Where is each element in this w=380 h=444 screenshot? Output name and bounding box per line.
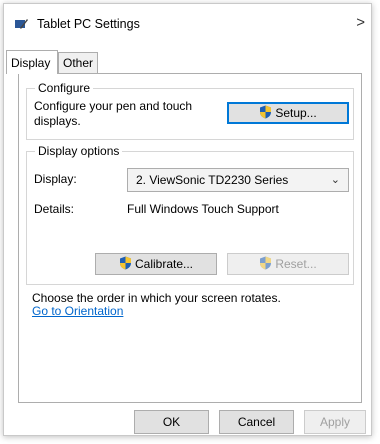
tab-other[interactable]: Other (58, 52, 98, 74)
calibrate-button-label: Calibrate... (134, 257, 194, 271)
display-label: Display: (34, 172, 77, 186)
tablet-pc-settings-window: Tablet PC Settings > Display Other Confi… (3, 3, 372, 436)
setup-button[interactable]: Setup... (227, 102, 349, 124)
display-dropdown[interactable]: 2. ViewSonic TD2230 Series ⌄ (127, 168, 349, 192)
apply-button[interactable]: Apply (304, 410, 366, 434)
orientation-link[interactable]: Go to Orientation (32, 304, 123, 318)
close-icon[interactable]: > (356, 14, 365, 31)
setup-button-label: Setup... (275, 106, 317, 120)
chevron-down-icon: ⌄ (330, 174, 340, 186)
cancel-button[interactable]: Cancel (219, 410, 294, 434)
tablet-pc-settings-icon (15, 19, 28, 29)
uac-shield-icon (260, 256, 272, 270)
uac-shield-icon (260, 105, 272, 119)
details-value: Full Windows Touch Support (127, 202, 279, 216)
configure-group: Configure Configure your pen and touch d… (26, 81, 354, 140)
details-label: Details: (34, 202, 75, 216)
reset-button[interactable]: Reset... (227, 253, 349, 275)
configure-description: Configure your pen and touch displays. (34, 99, 193, 128)
calibrate-button[interactable]: Calibrate... (95, 253, 217, 275)
display-tab-panel: Configure Configure your pen and touch d… (18, 73, 362, 403)
window-title: Tablet PC Settings (37, 17, 140, 31)
display-options-group: Display options Display: 2. ViewSonic TD… (26, 144, 354, 285)
display-options-legend: Display options (35, 144, 123, 158)
ok-button[interactable]: OK (134, 410, 209, 434)
orientation-text: Choose the order in which your screen ro… (32, 291, 281, 305)
reset-button-label: Reset... (275, 257, 317, 271)
tab-display[interactable]: Display (6, 50, 58, 74)
dialog-buttons: OK Cancel Apply (4, 407, 371, 437)
configure-legend: Configure (35, 81, 94, 95)
uac-shield-icon (119, 256, 131, 270)
display-dropdown-value: 2. ViewSonic TD2230 Series (136, 173, 289, 187)
title-bar: Tablet PC Settings > (4, 4, 371, 42)
